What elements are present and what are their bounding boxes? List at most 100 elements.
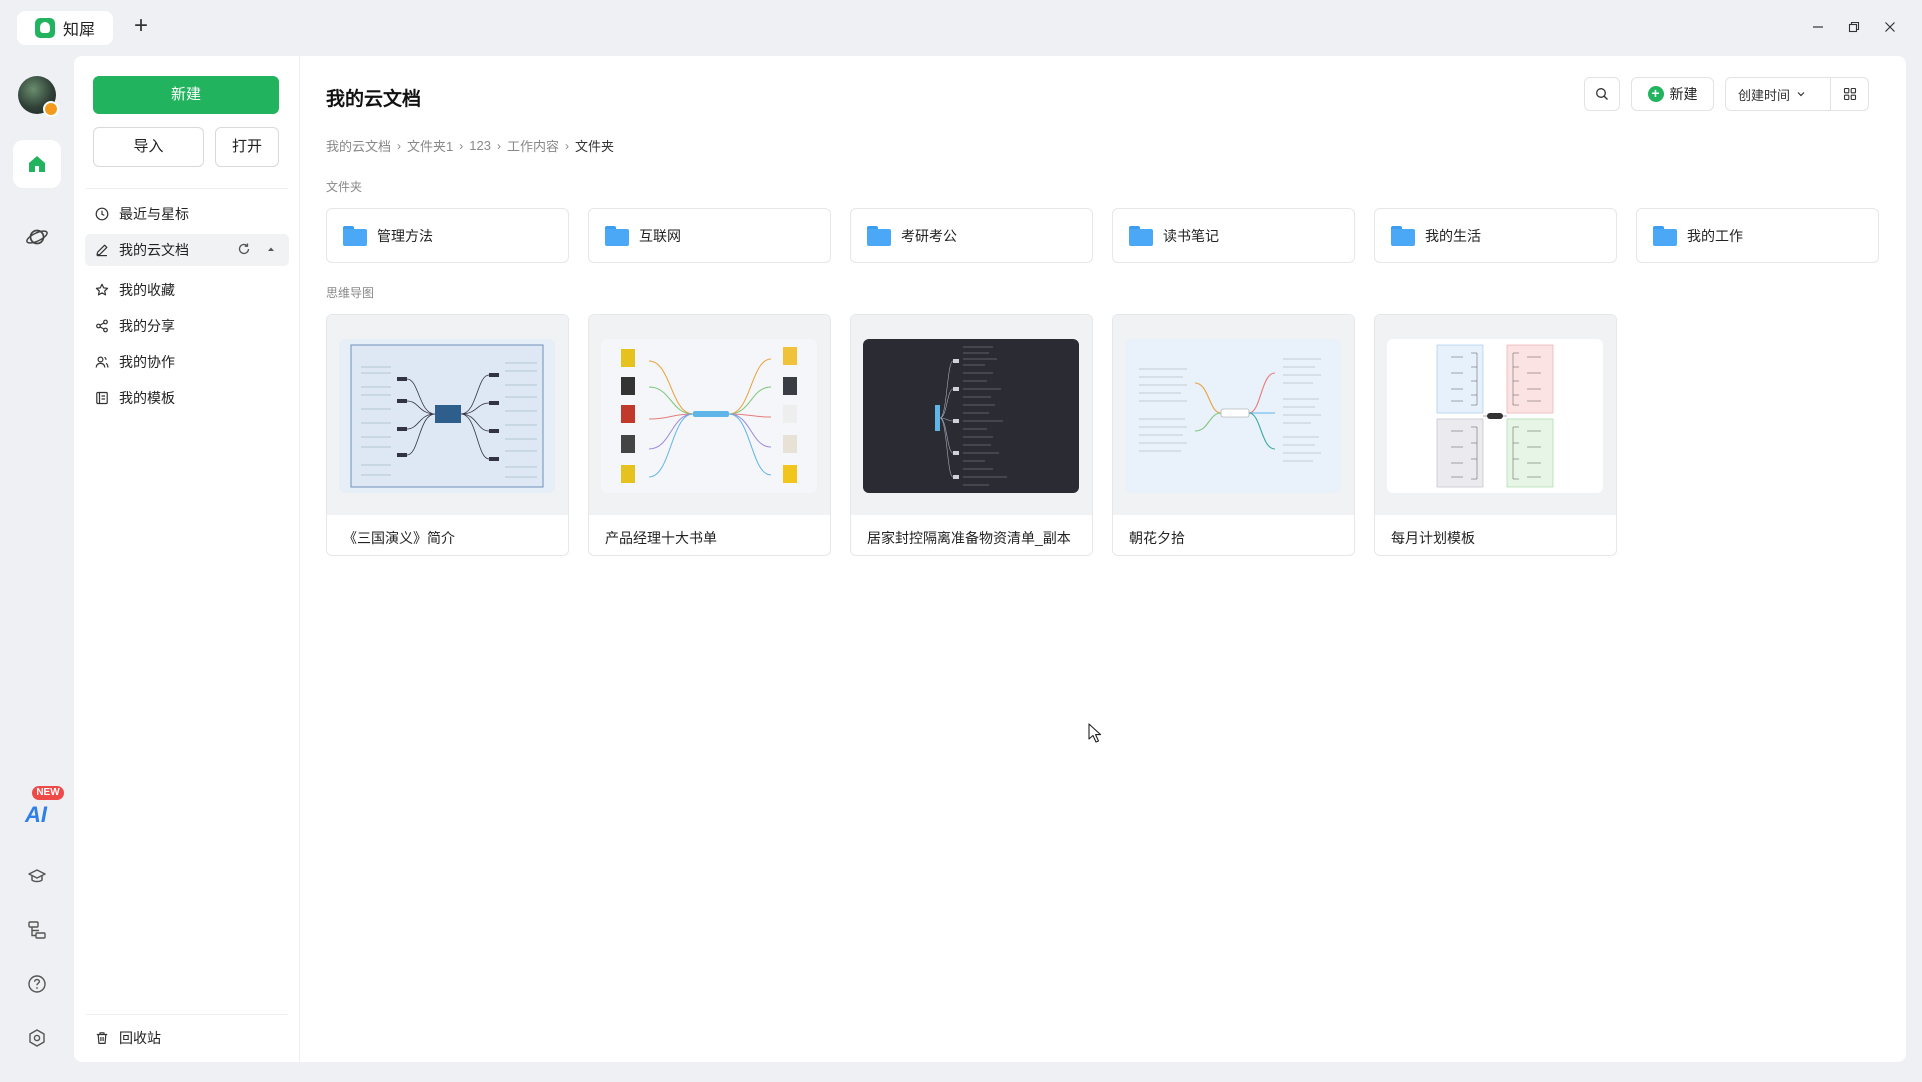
close-icon <box>1885 22 1895 32</box>
toolbar-new-label: 新建 <box>1669 86 1698 102</box>
clock-icon <box>95 207 109 221</box>
toolbar-divider <box>1830 78 1831 110</box>
folder-icon <box>1391 225 1415 246</box>
mindmap-card[interactable]: 产品经理十大书单 <box>588 314 831 556</box>
sidebar-item-label: 最近与星标 <box>119 206 189 222</box>
rail-settings-button[interactable] <box>20 1021 54 1055</box>
sidebar-item-trash[interactable]: 回收站 <box>85 1022 289 1054</box>
open-button[interactable]: 打开 <box>215 127 279 167</box>
mindmap-thumbnail <box>601 339 817 493</box>
rail-help-button[interactable] <box>20 967 54 1001</box>
rail-explore-button[interactable] <box>20 220 54 254</box>
mindmap-card[interactable]: 《三国演义》简介 <box>326 314 569 556</box>
mindmap-thumbnail-area <box>589 315 830 515</box>
mindmap-name: 朝花夕拾 <box>1129 530 1185 546</box>
mindmap-card[interactable]: 朝花夕拾 <box>1112 314 1355 556</box>
folder-name: 我的生活 <box>1425 227 1481 244</box>
trash-icon <box>96 1032 108 1044</box>
mindmap-thumbnail-area <box>851 315 1092 515</box>
mindmap-card[interactable]: 居家封控隔离准备物资清单_副本 <box>850 314 1093 556</box>
rail-learn-button[interactable] <box>20 860 54 894</box>
sidebar: 新建 导入 打开 最近与星标 我的云文档 我的收藏 我的分享 我的协作 我的模板… <box>74 56 300 1062</box>
chevron-down-icon[interactable] <box>1796 89 1806 99</box>
folder-card[interactable]: 考研考公 <box>850 208 1093 263</box>
folder-icon <box>1129 225 1153 246</box>
folder-name: 我的工作 <box>1687 227 1743 244</box>
mindmap-name: 产品经理十大书单 <box>605 530 717 546</box>
close-button[interactable] <box>1878 17 1902 41</box>
mindmap-name: 每月计划模板 <box>1391 530 1475 546</box>
folder-card[interactable]: 我的工作 <box>1636 208 1879 263</box>
folder-card[interactable]: 读书笔记 <box>1112 208 1355 263</box>
planet-icon <box>26 229 48 245</box>
mindmap-thumbnail <box>1125 339 1341 493</box>
breadcrumb-item[interactable]: 文件夹1 <box>407 136 453 155</box>
new-badge: NEW <box>32 786 64 800</box>
mindmap-thumbnail <box>1387 339 1603 493</box>
mindmap-thumbnail-area <box>1113 315 1354 515</box>
sidebar-item-cloud-docs[interactable]: 我的云文档 <box>85 234 289 266</box>
mindmap-thumbnail-area <box>327 315 568 515</box>
main-panel: 新建 导入 打开 最近与星标 我的云文档 我的收藏 我的分享 我的协作 我的模板… <box>74 56 1906 1062</box>
folder-name: 互联网 <box>639 227 681 244</box>
collapse-caret-icon[interactable] <box>265 242 277 256</box>
left-rail: NEW AI <box>0 56 74 1068</box>
folder-name: 考研考公 <box>901 227 957 244</box>
import-button[interactable]: 导入 <box>93 127 204 167</box>
toolbar-new-button[interactable]: + 新建 <box>1631 77 1714 111</box>
mindmap-name: 居家封控隔离准备物资清单_副本 <box>867 530 1071 546</box>
breadcrumb: 我的云文档 › 文件夹1 › 123 › 工作内容 › 文件夹 <box>326 136 614 155</box>
breadcrumb-item[interactable]: 123 <box>469 138 491 153</box>
sidebar-item-shares[interactable]: 我的分享 <box>85 310 289 342</box>
sort-dropdown-label[interactable]: 创建时间 <box>1738 85 1790 104</box>
app-tab[interactable]: 知犀 <box>17 11 113 45</box>
title-bar: 知犀 + <box>0 0 1922 56</box>
folder-icon <box>867 225 891 246</box>
rail-structure-button[interactable] <box>20 913 54 947</box>
restore-button[interactable] <box>1842 17 1866 41</box>
new-tab-button[interactable]: + <box>128 14 154 40</box>
content-area: 我的云文档 + 新建 创建时间 我的云文档 › 文件夹1 › 123 › 工作内… <box>301 56 1906 1062</box>
folder-card[interactable]: 互联网 <box>588 208 831 263</box>
folder-icon <box>343 225 367 246</box>
folder-card[interactable]: 我的生活 <box>1374 208 1617 263</box>
folder-name: 管理方法 <box>377 227 433 244</box>
sidebar-item-label: 我的分享 <box>119 318 175 334</box>
settings-icon <box>29 1029 45 1047</box>
graduation-cap-icon <box>28 869 46 883</box>
sort-view-group: 创建时间 <box>1725 77 1869 111</box>
breadcrumb-item[interactable]: 工作内容 <box>507 136 559 155</box>
sidebar-item-actions <box>237 242 277 256</box>
star-icon <box>95 283 109 296</box>
sidebar-item-label: 我的云文档 <box>119 242 189 258</box>
mindmaps-section-label: 思维导图 <box>326 286 375 300</box>
sidebar-divider <box>86 188 288 189</box>
sidebar-divider <box>86 1014 288 1015</box>
rail-home-button[interactable] <box>13 140 61 188</box>
minimize-icon <box>1813 26 1823 28</box>
sidebar-item-label: 回收站 <box>119 1030 161 1046</box>
home-icon <box>29 156 45 172</box>
mindmap-name: 《三国演义》简介 <box>343 530 455 546</box>
mindmap-thumbnail <box>339 339 555 493</box>
search-button[interactable] <box>1584 77 1620 111</box>
mindmap-thumbnail <box>863 339 1079 493</box>
folder-icon <box>1653 225 1677 246</box>
refresh-icon[interactable] <box>237 242 251 256</box>
folder-icon <box>605 225 629 246</box>
app-tab-title: 知犀 <box>63 22 96 39</box>
folder-card[interactable]: 管理方法 <box>326 208 569 263</box>
breadcrumb-item[interactable]: 我的云文档 <box>326 136 391 155</box>
ai-icon: AI <box>25 802 47 827</box>
vip-badge-icon <box>43 101 59 117</box>
avatar[interactable] <box>18 76 59 117</box>
grid-view-icon[interactable] <box>1843 87 1857 101</box>
sidebar-item-favorites[interactable]: 我的收藏 <box>85 274 289 306</box>
sidebar-item-collab[interactable]: 我的协作 <box>85 346 289 378</box>
sidebar-item-recent[interactable]: 最近与星标 <box>85 198 289 230</box>
sidebar-item-label: 我的协作 <box>119 354 175 370</box>
mindmap-card[interactable]: 每月计划模板 <box>1374 314 1617 556</box>
minimize-button[interactable] <box>1806 17 1830 41</box>
new-button[interactable]: 新建 <box>93 76 279 114</box>
sidebar-item-templates[interactable]: 我的模板 <box>85 382 289 414</box>
